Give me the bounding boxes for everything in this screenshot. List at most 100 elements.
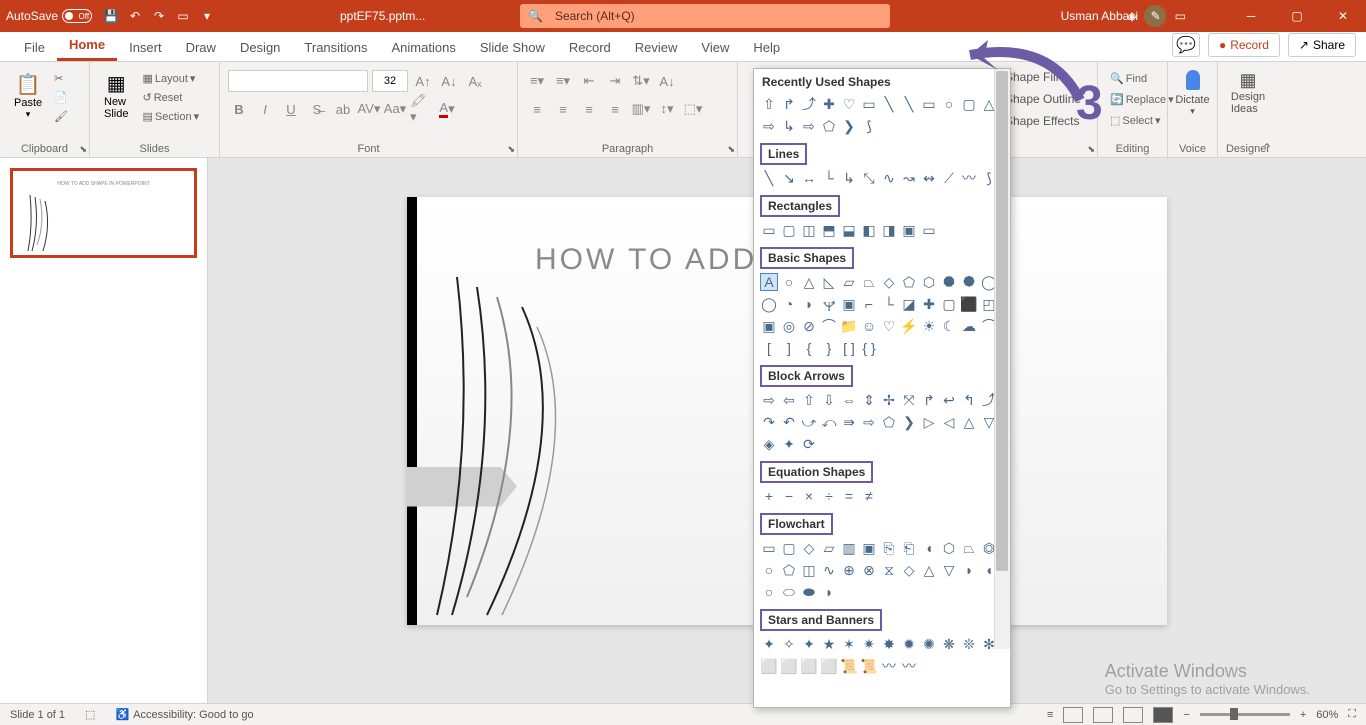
- shape-heart[interactable]: ♡: [840, 95, 858, 113]
- shape-star8[interactable]: ✸: [880, 635, 898, 653]
- save-icon[interactable]: 💾: [102, 7, 120, 25]
- shape-star12[interactable]: ✺: [920, 635, 938, 653]
- shape-cloud[interactable]: ☁: [960, 317, 978, 335]
- shape-star-explosion2[interactable]: ✧: [780, 635, 798, 653]
- bold-button[interactable]: B: [228, 98, 250, 120]
- paragraph-launcher[interactable]: ⬊: [727, 144, 735, 155]
- shape-arr-curved-d[interactable]: ⤺: [820, 413, 838, 431]
- shape-lightning[interactable]: ⚡: [900, 317, 918, 335]
- shape-fc-prep[interactable]: ⬡: [940, 539, 958, 557]
- shape-fc-internal[interactable]: ▣: [860, 539, 878, 557]
- shape-arr-leftup[interactable]: ↰: [960, 391, 978, 409]
- shape-bent-arrow[interactable]: ↱: [780, 95, 798, 113]
- shape-arrow-right3[interactable]: ⇨: [800, 117, 818, 135]
- shape-octagon[interactable]: ⯄: [960, 273, 978, 291]
- shape-star-explosion1[interactable]: ✦: [760, 635, 778, 653]
- shape-star10[interactable]: ✹: [900, 635, 918, 653]
- shape-halfframe[interactable]: ⌐: [860, 295, 878, 313]
- shape-fc-alt[interactable]: ▢: [780, 539, 798, 557]
- shape-arrow-right[interactable]: ⇨: [760, 117, 778, 135]
- decrease-indent-button[interactable]: ⇤: [578, 70, 600, 92]
- shape-line-double-arrow[interactable]: ↔: [800, 169, 818, 187]
- tab-design[interactable]: Design: [228, 34, 292, 61]
- tab-home[interactable]: Home: [57, 31, 117, 61]
- shape-triangle2[interactable]: △: [800, 273, 818, 291]
- shape-bent-up-arrow[interactable]: ⤴: [800, 95, 818, 113]
- tab-transitions[interactable]: Transitions: [292, 34, 379, 61]
- share-button[interactable]: ↗ Share: [1288, 33, 1356, 57]
- minimize-button[interactable]: ─: [1228, 0, 1274, 32]
- shape-minus[interactable]: −: [780, 487, 798, 505]
- shape-line-arrow[interactable]: ↘: [780, 169, 798, 187]
- shape-fc-direct[interactable]: ⬬: [800, 583, 818, 601]
- shape-arrow-right2[interactable]: ↳: [780, 117, 798, 135]
- shape-brace-r[interactable]: }: [820, 339, 838, 357]
- shape-chevron[interactable]: ❯: [840, 117, 858, 135]
- shape-diagonal[interactable]: ◪: [900, 295, 918, 313]
- shape-fc-predefined[interactable]: ▥: [840, 539, 858, 557]
- align-right-button[interactable]: ≡: [578, 98, 600, 120]
- shape-rect2[interactable]: ▢: [780, 221, 798, 239]
- shape-freeform[interactable]: ⟋: [940, 169, 958, 187]
- reset-button[interactable]: ↺ Reset: [138, 89, 203, 106]
- shape-star7[interactable]: ✷: [860, 635, 878, 653]
- shape-scribble[interactable]: 〰: [960, 169, 978, 187]
- shape-up-arrow[interactable]: ⇧: [760, 95, 778, 113]
- tab-view[interactable]: View: [689, 34, 741, 61]
- shape-folder[interactable]: 📁: [840, 317, 858, 335]
- shape-fc-seq[interactable]: ○: [760, 583, 778, 601]
- accessibility-status[interactable]: ♿ Accessibility: Good to go: [115, 708, 253, 721]
- shape-pentagon2[interactable]: ⬠: [900, 273, 918, 291]
- tab-insert[interactable]: Insert: [117, 34, 174, 61]
- underline-button[interactable]: U: [280, 98, 302, 120]
- shape-brace-l[interactable]: {: [800, 339, 818, 357]
- clear-format-button[interactable]: Aₓ: [464, 70, 486, 92]
- shape-fc-extract[interactable]: △: [920, 561, 938, 579]
- maximize-button[interactable]: ▢: [1274, 0, 1320, 32]
- shape-star4[interactable]: ✦: [800, 635, 818, 653]
- ribbon-mode-icon[interactable]: ▭: [1175, 9, 1186, 23]
- shape-arr-circular[interactable]: ⟳: [800, 435, 818, 453]
- shapes-scrollbar[interactable]: [994, 69, 1010, 649]
- font-family-combo[interactable]: [228, 70, 368, 92]
- shape-arr-striped[interactable]: ⇛: [840, 413, 858, 431]
- shape-elbow-double[interactable]: ⤡: [860, 169, 878, 187]
- shape-fc-process[interactable]: ▭: [760, 539, 778, 557]
- clipboard-launcher[interactable]: ⬊: [79, 144, 87, 155]
- shape-rect4[interactable]: ⬒: [820, 221, 838, 239]
- shape-arr-callout-lr[interactable]: ◈: [760, 435, 778, 453]
- shape-curved[interactable]: ⟆: [860, 117, 878, 135]
- font-color-button[interactable]: A▾: [436, 98, 458, 120]
- shape-fc-multidoc[interactable]: ⎗: [900, 539, 918, 557]
- shape-oval[interactable]: ○: [940, 95, 958, 113]
- shape-line2[interactable]: ╲: [900, 95, 918, 113]
- shape-ribbon-curved-down[interactable]: ⬜: [820, 657, 838, 675]
- change-case-button[interactable]: Aa▾: [384, 98, 406, 120]
- shape-rect6[interactable]: ◧: [860, 221, 878, 239]
- wand-icon[interactable]: ✎: [1151, 9, 1161, 23]
- shape-arr-chevron[interactable]: ❯: [900, 413, 918, 431]
- language-indicator[interactable]: ⬚: [85, 708, 95, 721]
- shape-fc-manual[interactable]: ⏢: [960, 539, 978, 557]
- shape-multiply[interactable]: ×: [800, 487, 818, 505]
- shape-fc-merge[interactable]: ▽: [940, 561, 958, 579]
- tab-help[interactable]: Help: [741, 34, 792, 61]
- shape-arr-bent[interactable]: ↱: [920, 391, 938, 409]
- shape-fc-collate[interactable]: ⧖: [880, 561, 898, 579]
- select-button[interactable]: ⬚ Select ▾: [1106, 112, 1159, 129]
- shape-arr-notched[interactable]: ⇨: [860, 413, 878, 431]
- shape-fc-or[interactable]: ⊗: [860, 561, 878, 579]
- text-direction-button[interactable]: ↕▾: [656, 98, 678, 120]
- section-button[interactable]: ▤ Section ▾: [138, 108, 203, 125]
- sorter-view-button[interactable]: [1093, 707, 1113, 723]
- columns-button[interactable]: ▥▾: [630, 98, 652, 120]
- shape-fc-card[interactable]: ◫: [800, 561, 818, 579]
- shape-rect3[interactable]: ◫: [800, 221, 818, 239]
- shape-rect9[interactable]: ▭: [920, 221, 938, 239]
- tab-review[interactable]: Review: [623, 34, 690, 61]
- shape-rect1[interactable]: ▭: [760, 221, 778, 239]
- shape-plaque[interactable]: ▢: [940, 295, 958, 313]
- tab-animations[interactable]: Animations: [380, 34, 468, 61]
- shape-effects-btn[interactable]: Shape Effects: [1005, 114, 1081, 128]
- shapes-scroll-thumb[interactable]: [996, 71, 1008, 571]
